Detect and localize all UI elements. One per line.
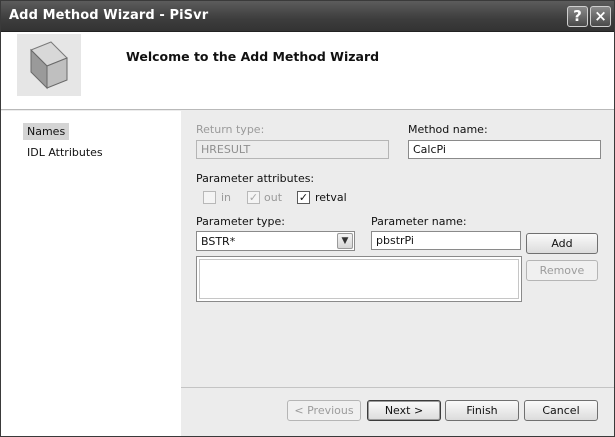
add-method-wizard-window: Add Method Wizard - PiSvr ? × Welcome to…	[0, 0, 615, 437]
wizard-nav: Names IDL Attributes	[1, 111, 181, 436]
help-button[interactable]: ?	[567, 6, 588, 27]
cube-icon	[17, 34, 81, 96]
return-type-label: Return type:	[196, 123, 265, 136]
nav-item-idl-attributes[interactable]: IDL Attributes	[23, 144, 107, 161]
parameter-attributes-label: Parameter attributes:	[196, 172, 315, 185]
in-checkbox-label: in	[221, 191, 232, 204]
parameter-name-label: Parameter name:	[371, 215, 467, 228]
method-name-label: Method name:	[408, 123, 488, 136]
add-button[interactable]: Add	[526, 233, 598, 254]
wizard-header: Welcome to the Add Method Wizard	[1, 32, 614, 110]
title-bar[interactable]: Add Method Wizard - PiSvr ? ×	[1, 1, 614, 32]
footer-divider	[181, 387, 614, 388]
check-icon: ✓	[298, 191, 309, 204]
previous-button[interactable]: < Previous	[287, 400, 361, 421]
next-button[interactable]: Next >	[367, 400, 441, 421]
in-checkbox[interactable]	[203, 191, 216, 204]
finish-button[interactable]: Finish	[445, 400, 519, 421]
main-panel: Return type: HRESULT Method name: CalcPi…	[181, 111, 614, 436]
parameter-type-select[interactable]: BSTR* ▼	[196, 231, 355, 251]
parameter-type-value: BSTR*	[201, 235, 236, 248]
remove-button[interactable]: Remove	[526, 260, 598, 281]
retval-checkbox-label: retval	[315, 191, 347, 204]
return-type-field[interactable]: HRESULT	[196, 140, 389, 159]
nav-item-names[interactable]: Names	[23, 123, 70, 140]
parameter-name-field[interactable]: pbstrPi	[371, 231, 521, 250]
out-checkbox-label: out	[264, 191, 283, 204]
retval-checkbox[interactable]: ✓	[297, 191, 310, 204]
method-name-field[interactable]: CalcPi	[408, 140, 601, 159]
header-title: Welcome to the Add Method Wizard	[126, 49, 380, 64]
cancel-button[interactable]: Cancel	[524, 400, 598, 421]
parameter-type-label: Parameter type:	[196, 215, 286, 228]
parameters-list[interactable]	[196, 256, 522, 302]
close-button[interactable]: ×	[590, 6, 611, 27]
chevron-down-icon[interactable]: ▼	[337, 233, 353, 249]
out-checkbox[interactable]: ✓	[247, 191, 260, 204]
window-title: Add Method Wizard - PiSvr	[9, 8, 209, 23]
check-icon: ✓	[248, 191, 259, 204]
